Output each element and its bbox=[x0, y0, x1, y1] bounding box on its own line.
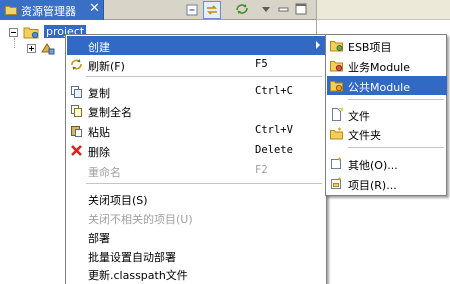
tree-line bbox=[14, 38, 15, 48]
file-icon bbox=[332, 108, 343, 121]
copy-icon bbox=[71, 86, 82, 98]
menu-item-label: 文件 bbox=[348, 110, 370, 123]
menu-item-label: 更新.classpath文件 bbox=[88, 269, 188, 282]
menu-item-batch-auto-deploy[interactable]: 批量设置自动部署 bbox=[67, 246, 325, 265]
minimize-button[interactable] bbox=[276, 1, 294, 19]
library-icon bbox=[41, 43, 55, 55]
module-icon bbox=[330, 61, 343, 72]
create-submenu: ESB项目 业务Module 公共Module 文件 文件夹 其他(O)... … bbox=[325, 34, 447, 196]
menu-item-label: 项目(R)... bbox=[348, 179, 397, 192]
menu-item-label: 复制全名 bbox=[88, 106, 132, 119]
menu-item-label: 粘贴 bbox=[88, 126, 110, 139]
delete-icon bbox=[71, 145, 82, 156]
menu-item-close-project[interactable]: 关闭项目(S) bbox=[67, 189, 325, 208]
menu-item-label: 其他(O)... bbox=[348, 159, 398, 172]
close-icon[interactable]: ✕ bbox=[89, 2, 100, 16]
collapse-all-icon bbox=[186, 4, 198, 16]
project-icon bbox=[331, 177, 341, 189]
menu-separator bbox=[86, 183, 322, 184]
menu-item-copy-qualified-name[interactable]: 复制全名 bbox=[67, 101, 325, 120]
menu-item-label: 删除 bbox=[88, 146, 110, 159]
minimize-icon bbox=[278, 7, 289, 12]
menu-item-label: 业务Module bbox=[348, 61, 410, 74]
folder-view-icon bbox=[5, 6, 17, 15]
sync-icon bbox=[236, 4, 248, 14]
menu-item-label: 关闭项目(S) bbox=[88, 194, 148, 207]
context-menu: 创建 刷新(F) F5 复制 Ctrl+C 复制全名 粘贴 Ctrl+V 删除 … bbox=[65, 34, 327, 284]
module-icon bbox=[330, 81, 343, 92]
maximize-button[interactable] bbox=[293, 1, 311, 19]
submenu-item-business-module[interactable]: 业务Module bbox=[327, 56, 447, 75]
chevron-down-icon bbox=[262, 7, 270, 12]
link-with-editor-icon bbox=[207, 5, 217, 15]
copy-qualified-icon bbox=[71, 105, 82, 117]
menu-item-label: 刷新(F) bbox=[88, 60, 125, 73]
menu-item-accelerator: Ctrl+V bbox=[255, 124, 293, 136]
ide-window: 资源管理器 ✕ project 创建 刷新(F) F5 复制 Ctrl+C 复制… bbox=[0, 0, 450, 284]
view-menu-button[interactable] bbox=[258, 1, 276, 19]
menu-item-accelerator: Ctrl+C bbox=[255, 85, 293, 97]
menu-item-label: 批量设置自动部署 bbox=[88, 251, 176, 264]
submenu-item-common-module[interactable]: 公共Module bbox=[327, 76, 447, 95]
menu-item-label: 公共Module bbox=[348, 81, 410, 94]
submenu-item-other[interactable]: 其他(O)... bbox=[327, 154, 447, 173]
menu-item-rename[interactable]: 重命名 F2 bbox=[67, 161, 325, 180]
folder-icon bbox=[330, 127, 343, 140]
menu-item-label: 关闭不相关的项目(U) bbox=[88, 213, 193, 226]
paste-icon bbox=[71, 126, 82, 137]
menu-item-label: 复制 bbox=[88, 87, 110, 100]
menu-item-delete[interactable]: 删除 Delete bbox=[67, 141, 325, 160]
refresh-icon bbox=[71, 59, 82, 70]
menu-item-label: 重命名 bbox=[88, 166, 121, 179]
menu-item-update-classpath[interactable]: 更新.classpath文件 bbox=[67, 264, 325, 283]
menu-item-deploy[interactable]: 部署 bbox=[67, 227, 325, 246]
project-folder-icon bbox=[23, 27, 39, 39]
tab-resource-explorer[interactable]: 资源管理器 ✕ bbox=[0, 0, 104, 20]
menu-item-paste[interactable]: 粘贴 Ctrl+V bbox=[67, 121, 325, 140]
collapse-all-button[interactable] bbox=[183, 1, 201, 19]
link-with-editor-button[interactable] bbox=[203, 1, 221, 19]
esb-project-icon bbox=[330, 41, 343, 52]
menu-item-label: 部署 bbox=[88, 232, 110, 245]
submenu-item-folder[interactable]: 文件夹 bbox=[327, 124, 447, 143]
submenu-arrow-icon bbox=[316, 41, 320, 49]
menu-separator bbox=[86, 76, 322, 77]
menu-item-label: 创建 bbox=[88, 41, 110, 54]
menu-item-accelerator: Delete bbox=[255, 144, 293, 156]
menu-item-label: ESB项目 bbox=[348, 41, 392, 54]
tab-label: 资源管理器 bbox=[21, 5, 76, 18]
view-toolbar: 资源管理器 ✕ bbox=[0, 0, 316, 20]
sync-button[interactable] bbox=[234, 1, 252, 19]
submenu-item-esb-project[interactable]: ESB项目 bbox=[327, 36, 447, 55]
menu-item-accelerator: F2 bbox=[255, 164, 268, 176]
other-icon bbox=[331, 157, 341, 169]
tree-collapse-toggle[interactable] bbox=[9, 28, 18, 37]
submenu-item-file[interactable]: 文件 bbox=[327, 105, 447, 124]
tree-expand-toggle[interactable] bbox=[27, 44, 36, 53]
menu-separator bbox=[348, 147, 444, 148]
menu-item-label: 文件夹 bbox=[348, 129, 381, 142]
menu-item-accelerator: F5 bbox=[255, 58, 268, 70]
editor-area-header bbox=[317, 0, 450, 20]
maximize-icon bbox=[295, 3, 307, 15]
menu-item-create[interactable]: 创建 bbox=[67, 36, 325, 55]
submenu-item-project[interactable]: 项目(R)... bbox=[327, 174, 447, 193]
menu-separator bbox=[348, 99, 444, 100]
menu-item-copy[interactable]: 复制 Ctrl+C bbox=[67, 82, 325, 101]
menu-item-refresh[interactable]: 刷新(F) F5 bbox=[67, 55, 325, 74]
menu-item-close-unrelated-projects[interactable]: 关闭不相关的项目(U) bbox=[67, 208, 325, 227]
